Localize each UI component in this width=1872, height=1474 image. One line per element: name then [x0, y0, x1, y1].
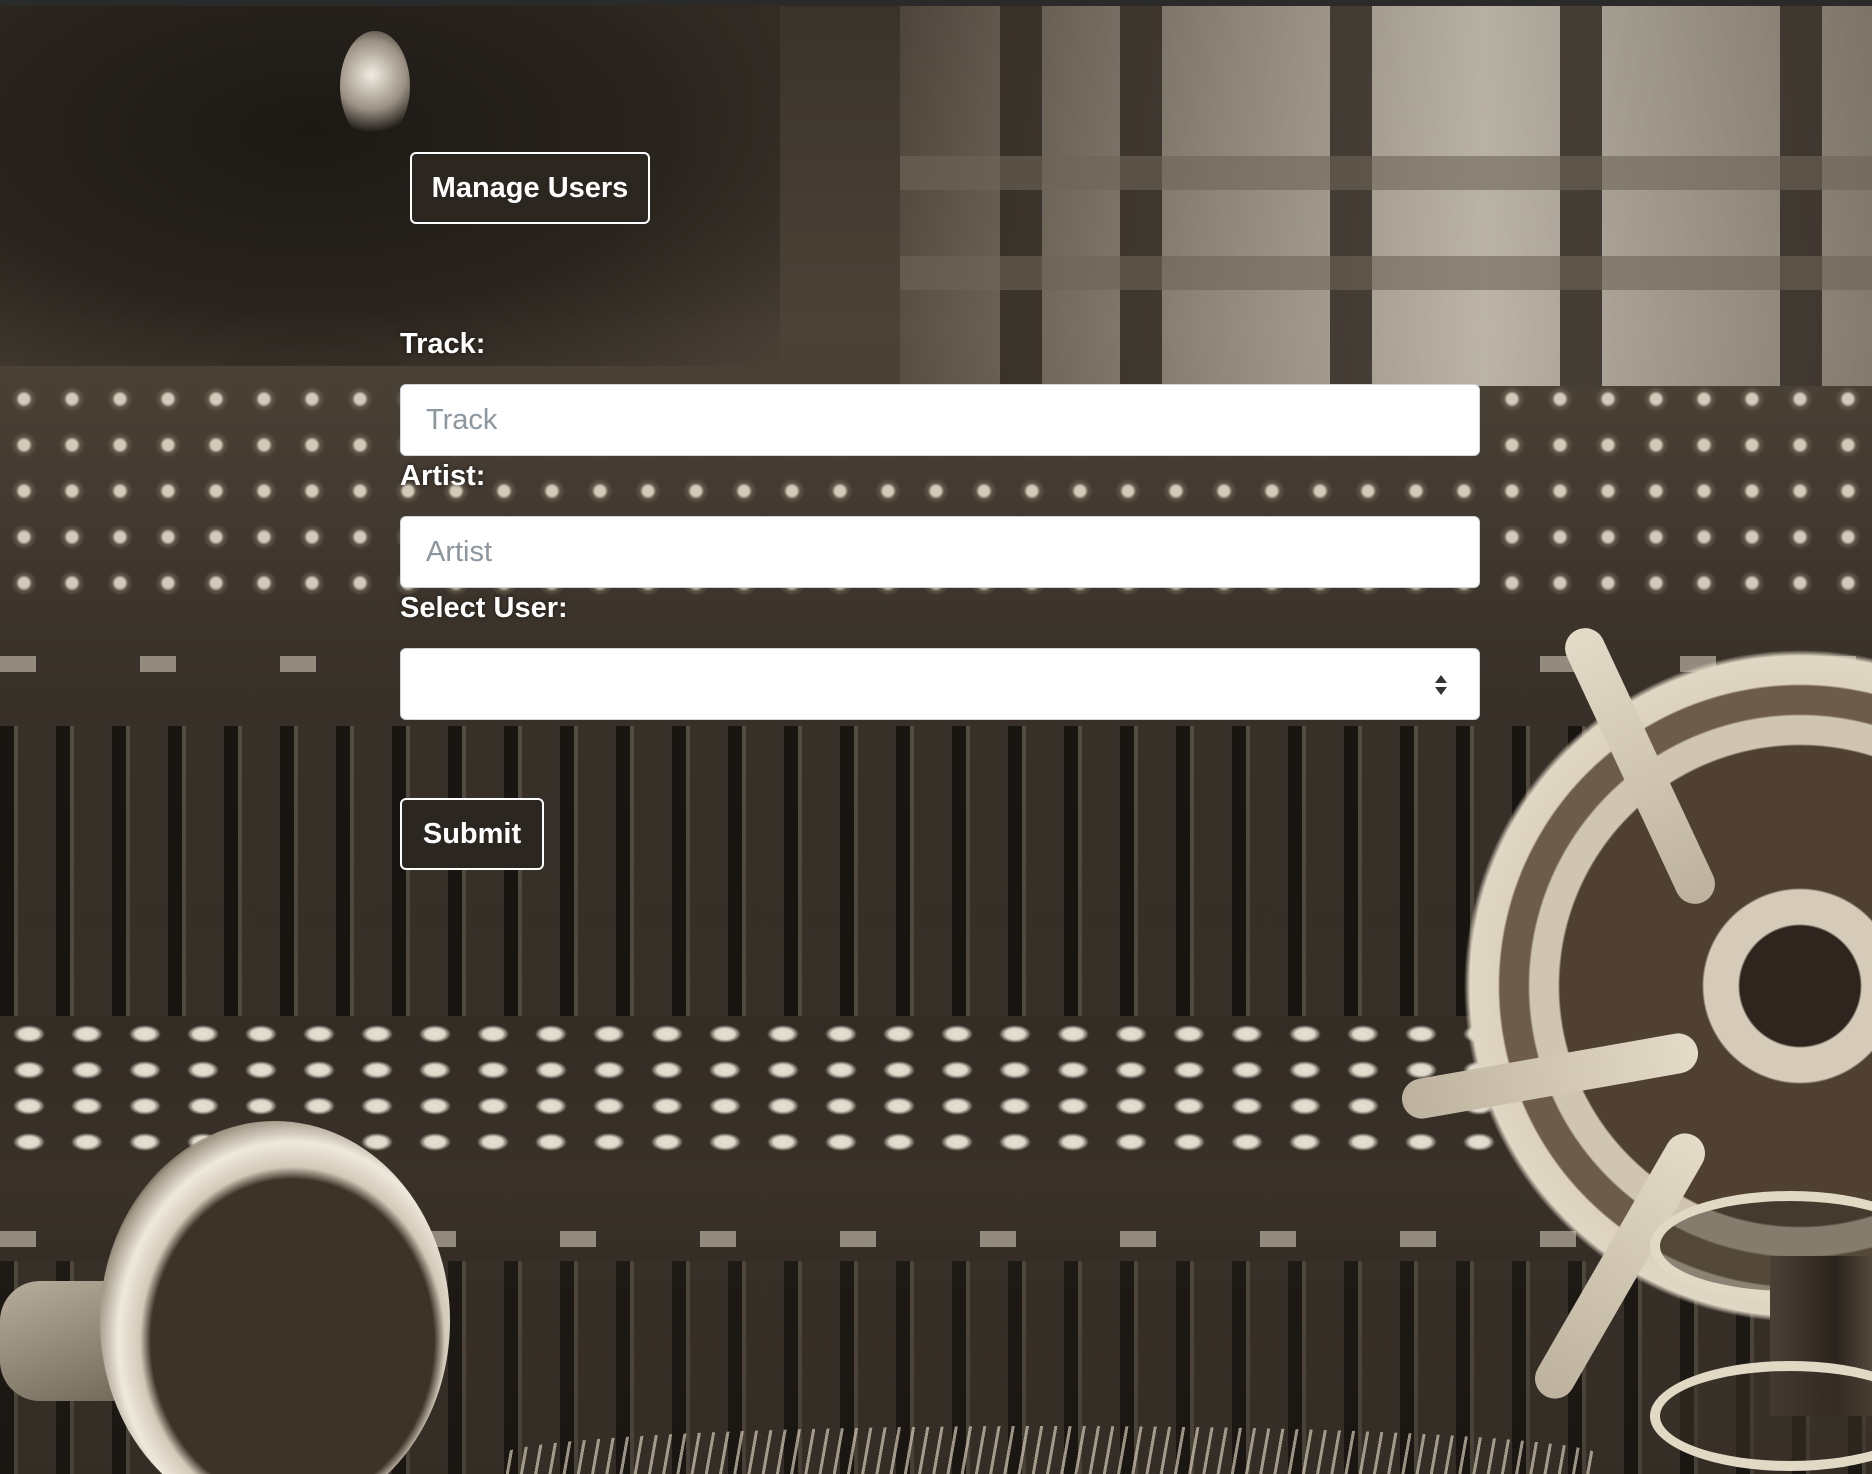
artist-label: Artist:: [400, 460, 486, 492]
select-user-label: Select User:: [400, 592, 568, 624]
select-arrows-icon: [1435, 675, 1447, 695]
page-content: Manage Users Track: Artist: Select User:…: [0, 0, 1872, 1474]
manage-users-button[interactable]: Manage Users: [410, 152, 650, 224]
select-user-dropdown[interactable]: [400, 648, 1480, 720]
track-input[interactable]: [400, 384, 1480, 456]
submit-button[interactable]: Submit: [400, 798, 544, 870]
track-label: Track:: [400, 328, 486, 360]
artist-input[interactable]: [400, 516, 1480, 588]
